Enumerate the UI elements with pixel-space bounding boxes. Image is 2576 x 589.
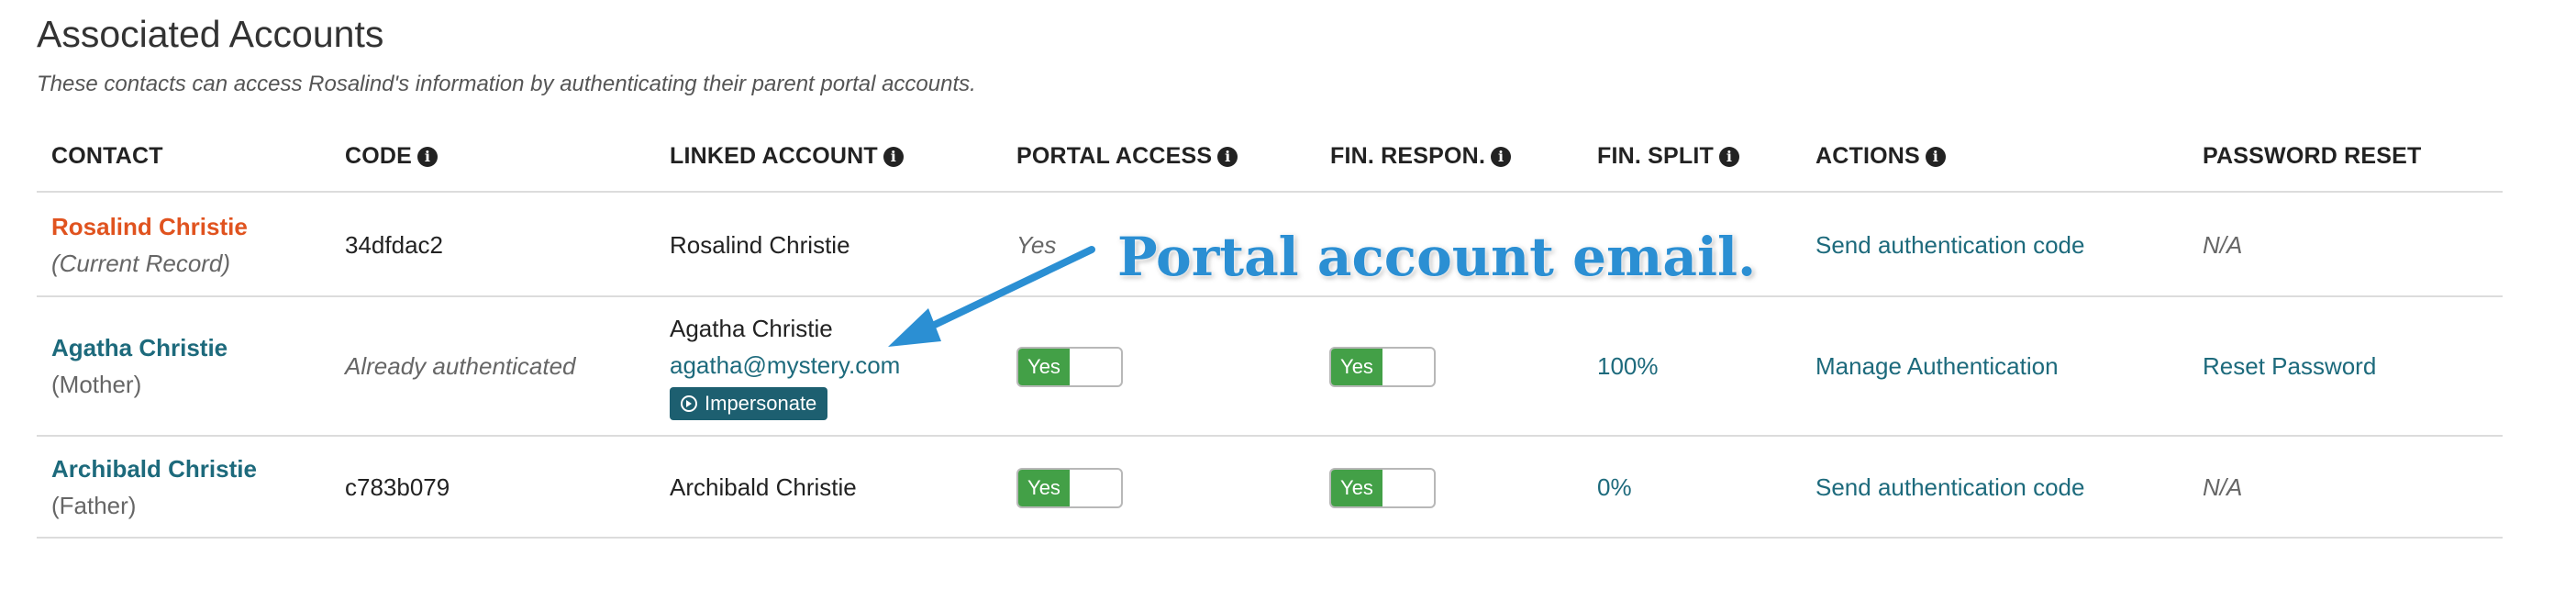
- annotation-label: Portal account email.: [1117, 226, 1757, 288]
- annotation-arrow: [888, 246, 1095, 347]
